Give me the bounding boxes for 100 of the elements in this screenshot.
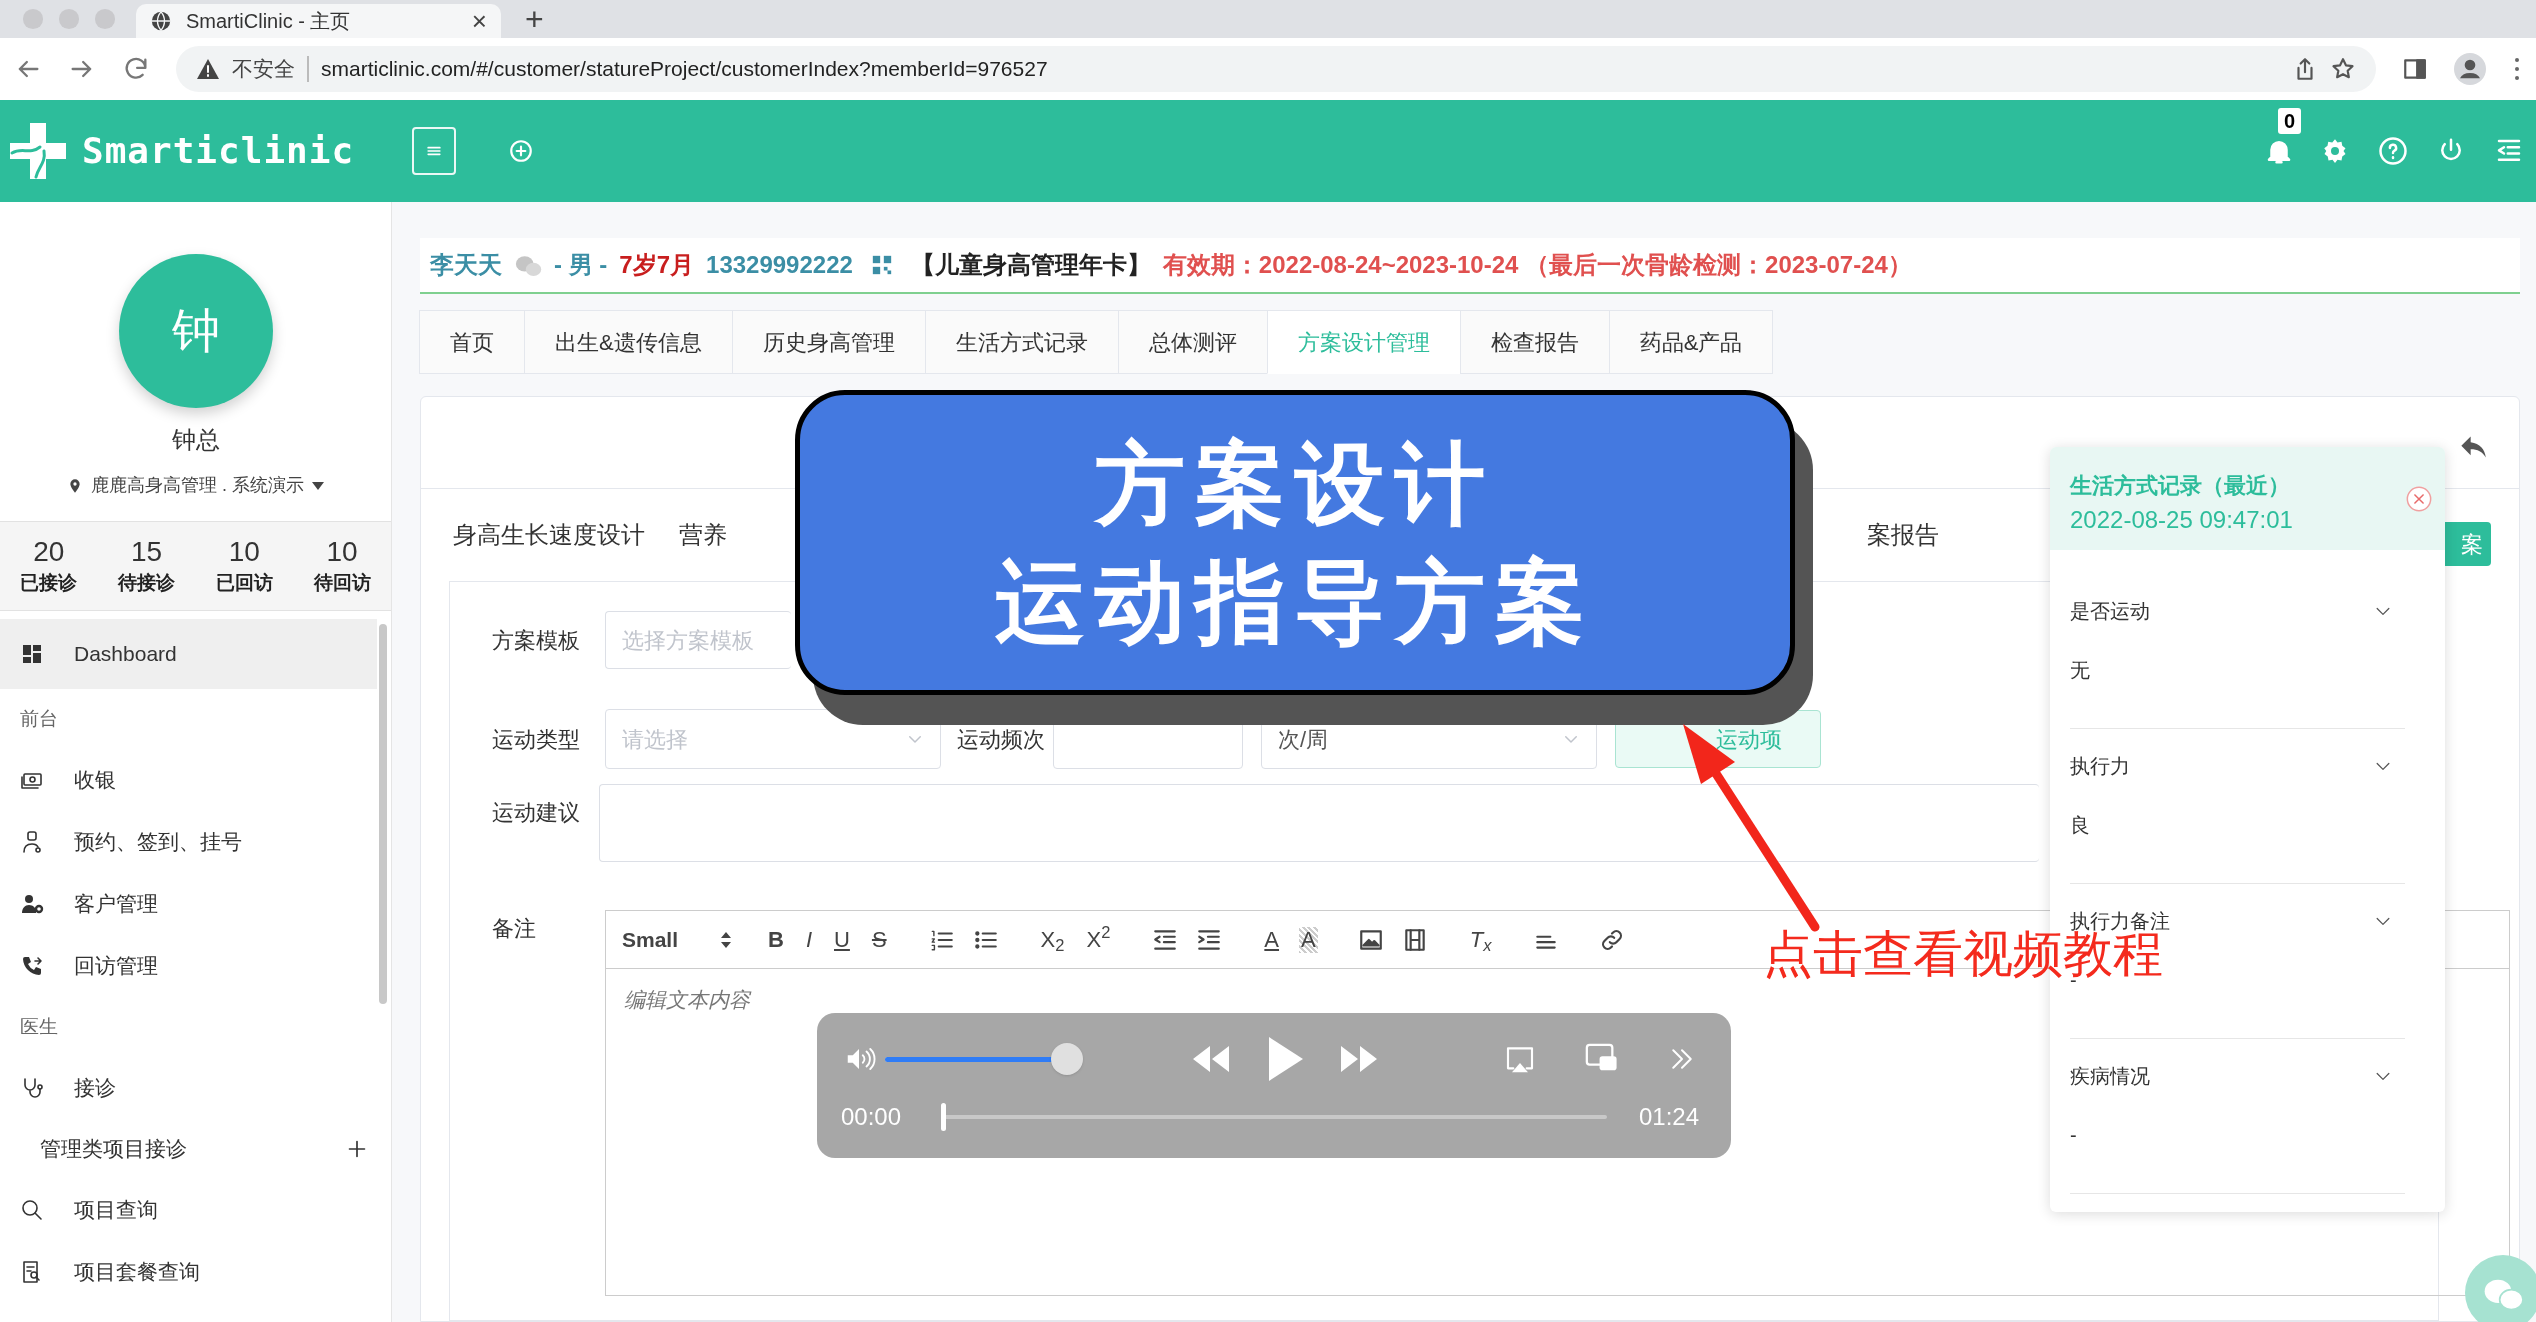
- underline-button[interactable]: U: [832, 926, 852, 953]
- chat-bubble-icon: [514, 254, 542, 276]
- bold-button[interactable]: B: [766, 926, 786, 953]
- user-gear-icon: [20, 892, 44, 916]
- tab[interactable]: 总体测评: [1117, 310, 1268, 374]
- text-color-button[interactable]: A: [1262, 926, 1282, 953]
- sidebar-item[interactable]: 收银: [0, 749, 377, 811]
- tab[interactable]: 历史身高管理: [731, 310, 926, 374]
- stat-value: 10: [326, 534, 358, 569]
- stat-value: 15: [131, 534, 163, 569]
- sidebar-item[interactable]: Dashboard: [0, 619, 377, 689]
- caret-down-icon[interactable]: [312, 481, 324, 490]
- stat-label: 待接诊: [118, 570, 176, 595]
- patient-info-text: 7岁7月: [619, 250, 695, 280]
- sidebar-item[interactable]: 接诊: [0, 1057, 377, 1119]
- sub-tab[interactable]: 案报告: [1867, 517, 1939, 553]
- sidebar-item[interactable]: 管理类项目接诊: [40, 1133, 347, 1165]
- tab-close-button[interactable]: ×: [471, 8, 487, 34]
- sidebar-item[interactable]: 预约、签到、挂号: [0, 811, 377, 873]
- scrollbar[interactable]: [379, 624, 387, 1004]
- avatar: 钟: [118, 254, 273, 408]
- notification-badge: 0: [2278, 108, 2302, 134]
- security-label: 不安全: [232, 56, 295, 83]
- browser-tab[interactable]: SmartiClinic - 主页 ×: [136, 4, 501, 38]
- up-down-icon: [720, 930, 732, 949]
- font-size-select[interactable]: Small: [622, 923, 732, 956]
- clear-format-button[interactable]: T$_{x}$: [1467, 926, 1494, 953]
- tab[interactable]: 首页: [419, 310, 525, 374]
- banner-title: 运动指导方案: [995, 550, 1595, 654]
- add-circle-icon[interactable]: [508, 138, 535, 164]
- sidebar-item[interactable]: 客户管理: [0, 873, 377, 935]
- script-button[interactable]: X$_{2}$: [1038, 926, 1067, 953]
- dashboard-icon: [20, 642, 44, 666]
- field-label: 运动类型: [492, 725, 581, 754]
- tab[interactable]: 检查报告: [1459, 310, 1610, 374]
- field-label: 执行力: [2070, 756, 2130, 776]
- patient-info-text: 李天天: [430, 250, 502, 280]
- qr-code-icon: [870, 254, 893, 276]
- field-label: 疾病情况: [2070, 1066, 2150, 1086]
- stat-label: 已接诊: [20, 570, 78, 595]
- stat-value: 20: [33, 534, 65, 569]
- menu-section-label: 医生: [19, 1014, 59, 1039]
- location-selector[interactable]: 鹿鹿高身高管理 . 系统演示: [91, 472, 304, 499]
- banner-title: 方案设计: [1095, 432, 1495, 536]
- phone-icon: [20, 954, 44, 978]
- profile-icon[interactable]: [2454, 53, 2486, 85]
- menu-section-label: 前台: [19, 706, 59, 731]
- tab-title: SmartiClinic - 主页: [186, 9, 352, 34]
- field-label: 执行力备注: [2070, 911, 2170, 931]
- url-text: smarticlinic.com/#/customer/statureProject/customerIndex?memberId=976527: [321, 56, 1049, 83]
- field-label: 运动建议: [492, 799, 581, 827]
- rewind-icon[interactable]: [1193, 1046, 1229, 1072]
- stat-label: 待回访: [313, 570, 371, 595]
- stat-label: 已回访: [215, 570, 273, 595]
- volume-thumb[interactable]: [1051, 1043, 1083, 1075]
- location-pin-icon: [67, 476, 83, 495]
- tab[interactable]: 出生&遗传信息: [524, 310, 733, 374]
- duration-time: 01:24: [1639, 1102, 1700, 1132]
- close-icon[interactable]: [2405, 485, 2433, 513]
- tab[interactable]: 药品&产品: [1608, 310, 1774, 374]
- volume-slider[interactable]: [885, 1042, 1085, 1076]
- field-value: -: [2070, 1127, 2077, 1143]
- panel-timestamp: 2022-08-25 09:47:01: [2070, 505, 2294, 535]
- highlight-color-button[interactable]: A: [1299, 926, 1318, 953]
- sub-tab[interactable]: 营养: [679, 517, 727, 553]
- person-icon: [20, 830, 44, 854]
- help-icon[interactable]: [2378, 136, 2408, 166]
- sidebar-item[interactable]: 项目查询: [0, 1179, 377, 1241]
- sidebar-item[interactable]: 项目套餐查询: [0, 1241, 377, 1303]
- italic-button[interactable]: I: [803, 926, 814, 953]
- warning-icon: [196, 57, 220, 81]
- more-icon[interactable]: [2512, 56, 2522, 82]
- menu-button[interactable]: [412, 127, 457, 175]
- playhead[interactable]: [941, 1103, 946, 1131]
- patient-info-text: 有效期：2022-08-24~2023-10-24 （最后一次骨龄检测：2023-07-24）: [1162, 250, 1912, 280]
- sub-tab[interactable]: 身高生长速度设计: [453, 517, 645, 553]
- script-button[interactable]: X$^{2}$: [1084, 926, 1113, 953]
- address-bar[interactable]: 不安全 smarticlinic.com/#/customer/statureProject/customerIndex?memberId=976527: [176, 46, 2376, 92]
- patient-info-text: 【儿童身高管理年卡】: [910, 250, 1151, 280]
- field-label: 备注: [492, 915, 537, 943]
- sidebar-item[interactable]: 回访管理: [0, 935, 377, 997]
- field-label: 是否运动: [2070, 601, 2150, 621]
- fast-forward-icon[interactable]: [1341, 1046, 1377, 1072]
- search-icon: [20, 1198, 44, 1222]
- patient-info-text: - 男 -: [554, 250, 608, 280]
- tab[interactable]: 生活方式记录: [924, 310, 1119, 374]
- field-value: 无: [2070, 662, 2090, 678]
- globe-icon: [150, 10, 172, 32]
- field-label: 方案模板: [492, 626, 581, 655]
- new-tab-button[interactable]: +: [525, 3, 544, 35]
- logo-text: Smarticlinic: [82, 129, 355, 173]
- play-icon[interactable]: [1267, 1037, 1303, 1081]
- plus-icon[interactable]: [347, 1139, 367, 1159]
- side-panel-icon[interactable]: [2402, 56, 2428, 82]
- strikethrough-button[interactable]: S: [869, 926, 889, 953]
- field-value: 良: [2070, 817, 2090, 833]
- field-label: 运动频次: [957, 725, 1046, 754]
- patient-info-text: 13329992222: [706, 250, 853, 280]
- panel-title: 生活方式记录（最近）: [2070, 472, 2291, 500]
- elapsed-time: 00:00: [841, 1102, 903, 1132]
